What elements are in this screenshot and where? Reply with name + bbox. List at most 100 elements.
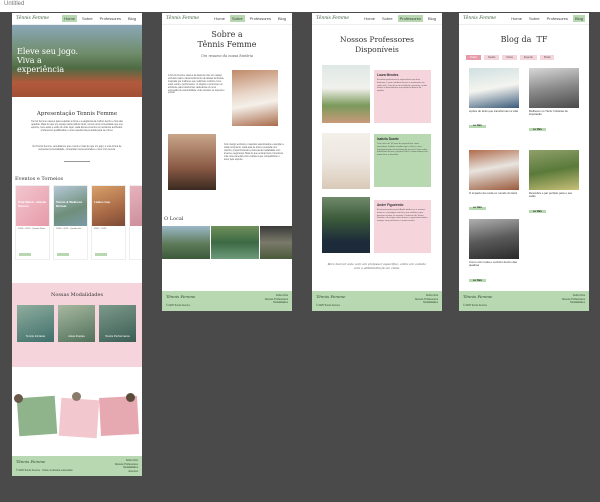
teacher-card[interactable]: Isabela Duarte Com mais de 10 anos de ex… (374, 134, 431, 187)
events-title: Eventos e Torneios (15, 176, 64, 182)
nav-link-sobre[interactable]: Sobre (80, 15, 95, 22)
filter-chip-esporte[interactable]: Esporte (519, 55, 537, 60)
post-image (469, 219, 519, 259)
post-image (529, 68, 579, 108)
filter-chip-saude[interactable]: Saúde (483, 55, 500, 60)
modality-card[interactable]: Aulas Duplas (58, 305, 95, 342)
teacher-card[interactable]: Laura Mendes Ex-atleta profissional e es… (374, 70, 431, 123)
nav-link-blog[interactable]: Blog (426, 15, 438, 22)
teacher-bio: Com mais de 10 anos de experiência como … (377, 143, 428, 157)
event-card[interactable] (129, 185, 142, 260)
teacher-name: André Figueiredo (377, 203, 404, 207)
modalities-section: Nossas Modalidades Tennis Iniciante Aula… (12, 283, 142, 367)
nav-link-professores[interactable]: Professores (545, 15, 570, 22)
nav-link-home[interactable]: Home (212, 15, 227, 22)
teacher-photo (322, 133, 370, 189)
nav-link-home[interactable]: Home (362, 15, 377, 22)
read-more-button[interactable]: Ler Mais (469, 124, 486, 128)
frame-blog[interactable]: Tênnis Femme Home Sobre Professores Blog… (459, 13, 589, 311)
nav-link-home[interactable]: Home (62, 15, 77, 22)
footer-links: Sobre Nós Nossos Professores Modalidades (265, 294, 288, 305)
blog-post[interactable]: O impacto da moda no mundo do tênis Ler … (469, 150, 519, 215)
filter-chip-todos[interactable]: Todos (466, 55, 481, 60)
footer-link[interactable]: Modalidades (562, 301, 585, 305)
modality-label: Aulas Duplas (68, 334, 85, 338)
event-button[interactable] (95, 253, 107, 256)
location-image (260, 226, 292, 259)
filter-chip-dicas[interactable]: Dicas (502, 55, 517, 60)
read-more-button[interactable]: Ler Mais (469, 279, 486, 283)
logo[interactable]: Tênnis Femme (316, 16, 349, 21)
canvas-label: Untitled (4, 1, 25, 7)
post-title: Mulheres no Tênis: histórias de inspiraç… (529, 109, 568, 117)
event-button[interactable] (19, 253, 31, 256)
navbar: Tênnis Femme Home Sobre Professores Blog (312, 13, 442, 25)
footer: Tênnis Femme Sobre Nós Nossos Professore… (12, 456, 142, 476)
nav-link-sobre[interactable]: Sobre (229, 15, 245, 22)
nav-link-professores[interactable]: Professores (98, 15, 123, 22)
event-meta: 25/05 - 2025 · Quadra Rosa (18, 228, 46, 230)
frame-professores[interactable]: Tênnis Femme Home Sobre Professores Blog… (312, 13, 442, 311)
blog-post[interactable]: Lições do tênis que transformam a vida L… (469, 68, 519, 133)
nav-link-blog[interactable]: Blog (276, 15, 288, 22)
modality-card[interactable]: Tennis Performance (99, 305, 136, 342)
event-meta: 05/07 - 2025 (94, 228, 107, 230)
footer-link[interactable]: Modalidades (415, 301, 438, 305)
blog-post[interactable]: Mulheres no Tênis: histórias de inspiraç… (529, 68, 579, 133)
filter-chip-moda[interactable]: Moda (539, 55, 555, 60)
nav-link-sobre[interactable]: Sobre (380, 15, 395, 22)
location-title: O Local (164, 216, 184, 222)
event-title: Pink Match - Edição Outono (18, 200, 47, 208)
read-more-button[interactable]: Ler Mais (469, 206, 486, 210)
footer: Tênnis Femme Sobre Nós Nossos Professore… (162, 291, 292, 311)
teacher-card[interactable]: André Figueiredo Ex-tenista profissional… (374, 200, 431, 253)
testimonial-card (99, 396, 139, 436)
nav-links: Home Sobre Professores Blog (62, 15, 138, 22)
nav-link-sobre[interactable]: Sobre (527, 15, 542, 22)
modalities-title: Nossas Modalidades (50, 292, 104, 298)
nav-link-blog[interactable]: Blog (126, 15, 138, 22)
frame-sobre[interactable]: Tênnis Femme Home Sobre Professores Blog… (162, 13, 292, 311)
read-more-button[interactable]: Ler Mais (529, 210, 546, 214)
teacher-photo (322, 197, 370, 253)
read-more-button[interactable]: Ler Mais (529, 128, 546, 132)
footer-link[interactable]: Modalidades (265, 301, 288, 305)
event-title: Ladies Cup (94, 200, 111, 204)
modality-label: Tennis Performance (105, 334, 130, 338)
blog-post[interactable]: Descubra o par perfeito para o seu estil… (529, 150, 579, 215)
blog-post[interactable]: Como unir moda e conforto dentro das qua… (469, 219, 519, 284)
event-card[interactable]: Pink Match - Edição Outono 25/05 - 2025 … (15, 185, 50, 260)
event-title: Tennis & Wellness Retreat (56, 200, 83, 208)
avatar (14, 394, 23, 403)
nav-link-blog[interactable]: Blog (572, 15, 585, 22)
logo[interactable]: Tênnis Femme (463, 16, 496, 21)
frame-home[interactable]: Tênnis Femme Home Sobre Professores Blog… (12, 13, 142, 476)
footer-link[interactable]: Eventos (115, 470, 138, 474)
event-button[interactable] (57, 253, 69, 256)
post-image (529, 150, 579, 190)
post-image (469, 150, 519, 190)
logo[interactable]: Tênnis Femme (16, 16, 49, 21)
modality-card[interactable]: Tennis Iniciante (17, 305, 54, 342)
logo[interactable]: Tênnis Femme (166, 16, 199, 21)
teacher-name: Laura Mendes (377, 73, 399, 77)
hero-title: Eleve seu jogo. Viva a experiência (17, 47, 79, 74)
intro-title: Apresentação Tennis Femme (36, 111, 118, 117)
event-card[interactable]: Tennis & Wellness Retreat 12/06 - 2025 ·… (53, 185, 88, 260)
navbar: Tênnis Femme Home Sobre Professores Blog (12, 13, 142, 25)
divider (64, 161, 90, 162)
hero-image: Eleve seu jogo. Viva a experiência (12, 25, 142, 97)
nav-link-professores[interactable]: Professores (397, 15, 423, 22)
nav-link-professores[interactable]: Professores (248, 15, 273, 22)
post-title: Lições do tênis que transformam a vida (469, 109, 518, 113)
post-title: O impacto da moda no mundo do tênis (469, 191, 518, 195)
event-card[interactable]: Ladies Cup 05/07 - 2025 (91, 185, 126, 260)
page-subtitle: Um resumo da nossa história (201, 54, 253, 58)
page-title: Blog da TF (500, 35, 548, 44)
event-meta: 12/06 - 2025 · Quadra Sul (56, 228, 82, 230)
event-image (92, 186, 125, 226)
testimonial-card (16, 395, 58, 437)
nav-link-home[interactable]: Home (509, 15, 524, 22)
intro-text: Tennis Femme nasceu para celebrar a forç… (31, 120, 123, 132)
about-paragraph: A Tennis Femme nasceu da ideia de criar … (168, 75, 225, 95)
